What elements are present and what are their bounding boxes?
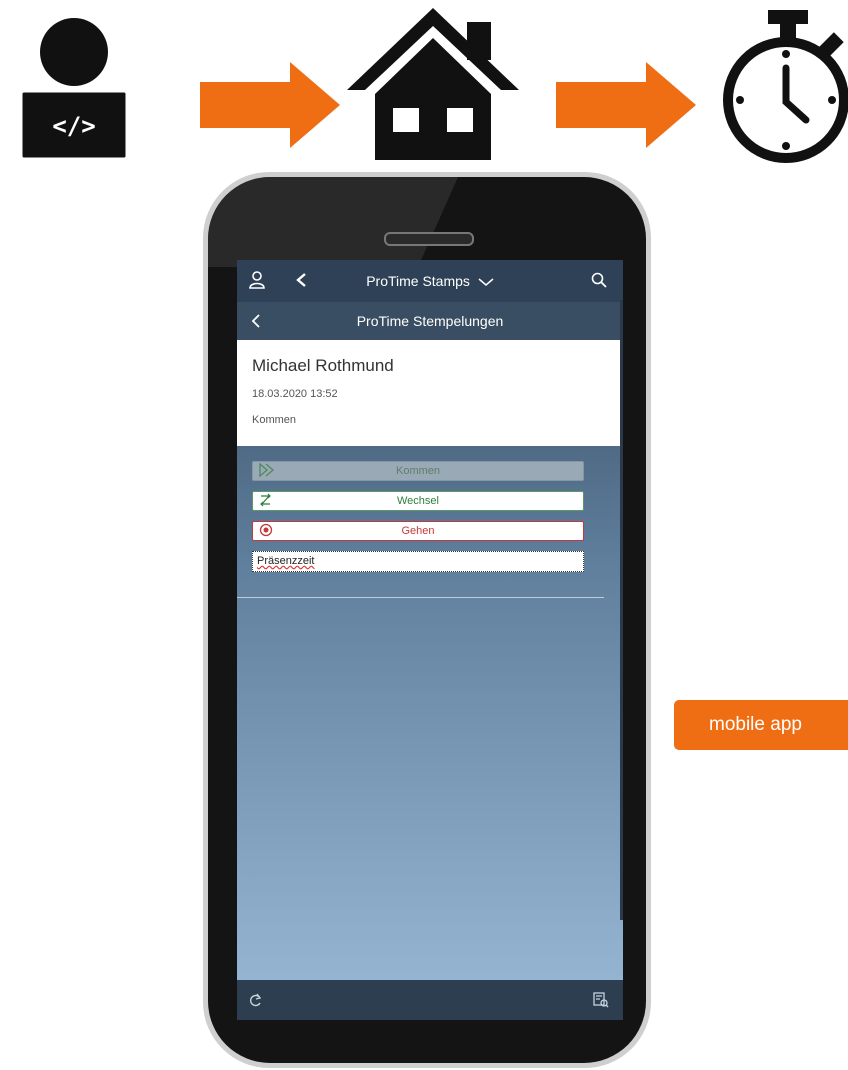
- footer-toolbar: [237, 980, 623, 1020]
- kommen-label: Kommen: [395, 465, 441, 477]
- time-type-value: Präsenzzeit: [257, 555, 315, 567]
- time-type-input[interactable]: Präsenzzeit: [252, 551, 584, 572]
- wechsel-button[interactable]: Wechsel: [252, 491, 584, 511]
- page-header-bar: ProTime Stempelungen: [237, 302, 623, 340]
- gehen-label: Gehen: [401, 525, 435, 537]
- home-icon: [343, 4, 523, 164]
- mobile-app-badge: mobile app: [674, 700, 848, 750]
- divider: [237, 597, 604, 598]
- shell-title[interactable]: ProTime Stamps: [237, 260, 623, 302]
- developer-laptop-icon: </>: [8, 10, 140, 160]
- right-arrow-icon: [200, 62, 340, 148]
- stop-icon: [259, 523, 273, 542]
- stamp-status: Kommen: [252, 414, 297, 426]
- chevron-down-icon[interactable]: [478, 261, 494, 303]
- scrollbar[interactable]: [620, 300, 623, 920]
- refresh-icon[interactable]: [249, 992, 263, 1013]
- document-search-icon[interactable]: [593, 992, 609, 1013]
- stamp-datetime: 18.03.2020 13:52: [252, 388, 338, 400]
- stopwatch-icon: [714, 8, 848, 168]
- page-title: ProTime Stempelungen: [356, 313, 504, 329]
- app-screen: ProTime Stamps ProTime Stempelungen Mich…: [237, 260, 623, 1020]
- kommen-button[interactable]: Kommen: [252, 461, 584, 481]
- search-icon[interactable]: [591, 272, 607, 293]
- shell-title-text: ProTime Stamps: [366, 273, 470, 289]
- right-arrow-icon: [556, 62, 696, 148]
- phone-speaker: [384, 232, 474, 246]
- double-play-icon: [259, 462, 275, 482]
- gehen-button[interactable]: Gehen: [252, 521, 584, 541]
- badge-label: mobile app: [709, 714, 802, 735]
- svg-text:</>: </>: [52, 112, 95, 140]
- wechsel-label: Wechsel: [397, 495, 439, 507]
- object-header: Michael Rothmund 18.03.2020 13:52 Kommen: [237, 340, 623, 446]
- employee-name: Michael Rothmund: [252, 356, 394, 375]
- switch-icon: [259, 493, 273, 512]
- shell-bar: ProTime Stamps: [237, 260, 623, 302]
